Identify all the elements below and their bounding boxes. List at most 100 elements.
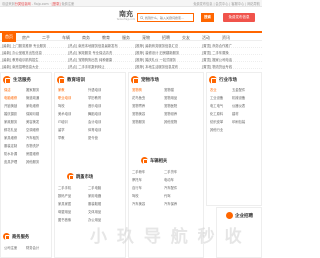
category-link[interactable]: 美容美发 <box>26 119 39 124</box>
category-link[interactable]: 宠物狗 <box>132 87 142 92</box>
search-button[interactable]: 搜索 <box>201 13 214 22</box>
category-title-text[interactable]: 生活服务 <box>13 77 31 83</box>
category-link[interactable]: 电动车 <box>164 177 174 182</box>
category-link[interactable]: 留学 <box>58 127 65 132</box>
category-link[interactable]: 农业 <box>210 87 217 92</box>
news-item[interactable]: [最新] 教育培训机构招生 <box>2 57 62 62</box>
category-link[interactable]: 汽车美容 <box>132 201 145 206</box>
category-link[interactable]: 电脑维修 <box>4 95 17 100</box>
category-link[interactable]: 财务会计 <box>26 245 39 250</box>
site-logo[interactable]: 南充 fenlei.flajp.com <box>116 10 136 21</box>
news-item[interactable]: [热点] 宠物狗狗出售 纯种健康 <box>68 57 130 62</box>
section-title-text[interactable]: 商务服务 <box>12 234 29 240</box>
category-link[interactable]: 仪器仪表 <box>232 103 245 108</box>
category-link[interactable]: 汽车租赁 <box>26 135 39 140</box>
news-item[interactable]: [置顶] 物流货运专线 <box>202 64 260 69</box>
category-link[interactable]: 服装定制 <box>4 143 17 148</box>
category-link[interactable]: 印刷包装 <box>232 119 245 124</box>
section-title-text[interactable]: 车辆相关 <box>150 158 167 164</box>
category-link[interactable]: 宠物服务 <box>132 119 145 124</box>
category-link[interactable]: 宠物医院 <box>164 103 177 108</box>
category-link[interactable]: 花鸟鱼虫 <box>132 95 145 100</box>
category-link[interactable]: 家教 <box>58 87 65 92</box>
site-name[interactable]: 分类信息网 <box>15 2 31 6</box>
category-link[interactable]: 衣物洗护 <box>26 143 39 148</box>
category-link[interactable]: 电工电气 <box>210 103 223 108</box>
category-link[interactable]: 家用电器 <box>88 193 101 198</box>
category-link[interactable]: 服装鞋帽 <box>88 201 101 206</box>
category-link[interactable]: 宠物用品 <box>164 95 177 100</box>
category-link[interactable]: 二手货车 <box>164 169 177 174</box>
register-link[interactable]: 免费注册 <box>60 2 74 6</box>
category-link[interactable]: 宠物猫 <box>164 87 174 92</box>
category-link[interactable]: 其他服务 <box>26 159 39 164</box>
category-link[interactable]: 管道疏通 <box>26 95 39 100</box>
category-link[interactable]: 开锁换锁 <box>4 103 17 108</box>
category-link[interactable]: 外语培训 <box>88 87 101 92</box>
category-link[interactable]: 音乐培训 <box>88 103 101 108</box>
category-link[interactable]: 家具家居 <box>58 201 71 206</box>
category-link[interactable]: 宠物寄养 <box>132 103 145 108</box>
news-item[interactable]: [推荐] 最新商务服务信息汇总 <box>135 43 197 48</box>
news-item[interactable]: [最新] 南充招聘信息大全 <box>2 64 62 69</box>
category-link[interactable]: 鲜花礼品 <box>4 127 17 132</box>
category-link[interactable]: 工业设备 <box>210 95 223 100</box>
category-link[interactable]: 建材 <box>232 111 239 116</box>
category-link[interactable]: 宠物美容 <box>132 111 145 116</box>
category-link[interactable]: 宠物领养 <box>164 111 177 116</box>
news-item[interactable]: [最新] 上门服务推荐 专业服务 <box>2 43 62 48</box>
news-item[interactable]: [热点] 南充本地服务信息最新发布 <box>68 43 130 48</box>
category-link[interactable]: 二手手机 <box>58 185 71 190</box>
category-link[interactable]: 体育培训 <box>88 127 101 132</box>
category-link[interactable]: IT培训 <box>58 119 68 124</box>
category-link[interactable]: 纺织皮革 <box>210 119 223 124</box>
category-link[interactable]: 学历教育 <box>88 95 101 100</box>
category-link[interactable]: 图书音像 <box>58 217 71 222</box>
search-input[interactable] <box>145 14 193 21</box>
category-link[interactable]: 空调维修 <box>26 127 39 132</box>
category-link[interactable]: 防水补漏 <box>4 151 17 156</box>
category-link[interactable]: 保洁 <box>4 87 11 92</box>
category-link[interactable]: 职业培训 <box>58 95 71 100</box>
category-link[interactable]: 房屋维修 <box>26 151 39 156</box>
category-link[interactable]: 数码产品 <box>58 193 71 198</box>
category-link[interactable]: 搬家服务 <box>26 87 39 92</box>
top-links[interactable]: 免费发布信息 | 会员中心 | 客服中心 | 网站导航 <box>193 1 260 6</box>
category-link[interactable]: 二手电脑 <box>88 185 101 190</box>
category-link[interactable]: 摩托车 <box>132 177 142 182</box>
category-link[interactable]: 化工原料 <box>210 111 223 116</box>
category-link[interactable]: 其他行业 <box>210 127 223 132</box>
category-link[interactable]: 家电维修 <box>26 103 39 108</box>
category-link[interactable]: 早教 <box>58 135 65 140</box>
category-link[interactable]: 自行车 <box>132 185 142 190</box>
category-title-text[interactable]: 行业市场 <box>219 77 237 83</box>
category-title-text[interactable]: 教育培训 <box>67 77 85 83</box>
news-item[interactable]: [置顶] 搬家公司电话 <box>202 57 260 62</box>
category-link[interactable]: 母婴用品 <box>58 209 71 214</box>
category-link[interactable]: 其他宠物 <box>164 119 177 124</box>
category-link[interactable]: 汽车配件 <box>164 185 177 190</box>
category-link[interactable]: 舞蹈培训 <box>88 111 101 116</box>
category-link[interactable]: 家具维修 <box>4 135 17 140</box>
category-link[interactable]: 汽车保养 <box>164 201 177 206</box>
category-link[interactable]: 皮具护理 <box>4 159 17 164</box>
news-item[interactable]: [置顶] 二手车置换 <box>202 50 260 55</box>
news-item[interactable]: [推荐] 婚庆礼仪 一站式服务 <box>135 57 197 62</box>
section-title-text[interactable]: 企业招聘 <box>235 213 253 219</box>
category-link[interactable]: 夏令营 <box>88 135 98 140</box>
category-link[interactable]: 婚庆摄影 <box>4 111 17 116</box>
news-item[interactable]: [置顶] 商务合作推广 <box>202 43 260 48</box>
category-link[interactable]: 机械设备 <box>232 95 245 100</box>
category-link[interactable]: 保姆月嫂 <box>26 111 39 116</box>
category-link[interactable]: 家政服务 <box>4 119 17 124</box>
category-link[interactable]: 二手轿车 <box>132 169 145 174</box>
category-link[interactable]: 美术培训 <box>58 111 71 116</box>
news-item[interactable]: [推荐] 本地生活服务信息发布 <box>135 64 197 69</box>
news-item[interactable]: [最新] 办公室租赁出售信息 <box>2 50 62 55</box>
category-link[interactable]: 会计培训 <box>88 119 101 124</box>
post-info-button[interactable]: 免费发布信息 <box>223 13 255 22</box>
news-item[interactable]: [热点] 二手手机数码转让 <box>68 64 130 69</box>
category-link[interactable]: 驾校 <box>58 103 65 108</box>
category-link[interactable]: 驾校 <box>132 193 139 198</box>
category-title-text[interactable]: 宠物市场 <box>141 77 159 83</box>
